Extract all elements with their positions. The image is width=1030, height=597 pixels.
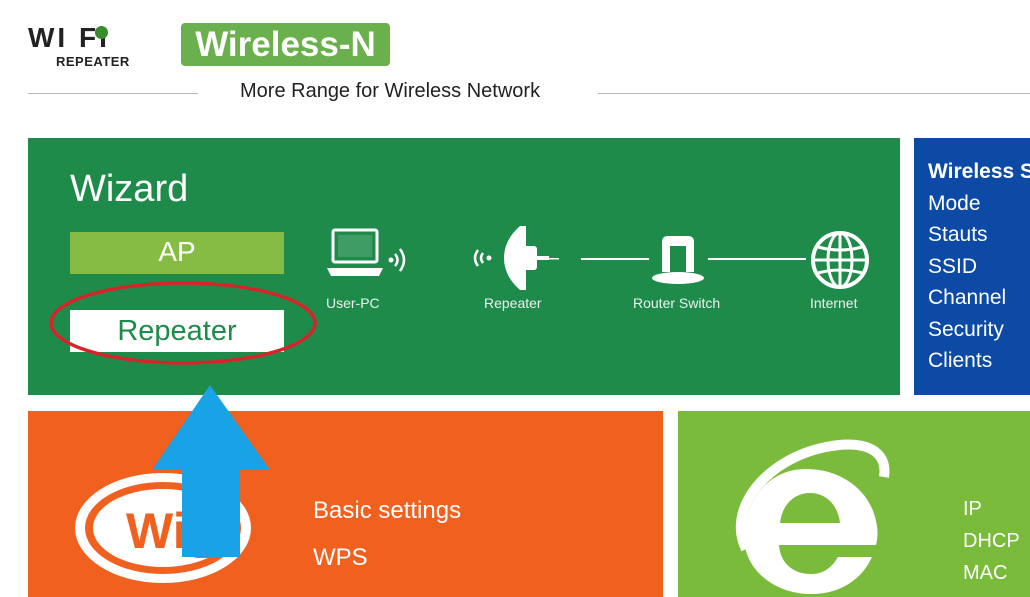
diagram-link-line: [581, 258, 649, 260]
status-item-ssid: SSID: [928, 254, 978, 278]
diagram-link-line: [708, 258, 806, 260]
network-item-ip[interactable]: IP: [963, 493, 1020, 525]
network-settings-tile[interactable]: IP DHCP MAC: [678, 411, 1030, 597]
status-item-channel: Channel: [928, 286, 1007, 309]
network-list: IP DHCP MAC: [963, 493, 1020, 589]
basic-settings-tile[interactable]: Wi Basic settings WPS: [28, 411, 663, 597]
wifi-repeater-logo: WI FI REPEATER: [28, 22, 158, 72]
globe-icon: [811, 231, 869, 289]
tagline: More Range for Wireless Network: [240, 80, 541, 102]
diagram-label-repeater: Repeater: [484, 295, 542, 311]
annotation-arrow-icon: [152, 385, 270, 557]
status-item-mode: Mode: [928, 191, 981, 215]
basic-settings-list: Basic settings WPS: [313, 497, 461, 572]
status-item-status: Stauts: [928, 223, 988, 246]
diagram-label-router-switch: Router Switch: [633, 295, 721, 311]
logo-dot: [95, 26, 108, 39]
laptop-wifi-icon: [327, 228, 406, 276]
status-list: Wireless S Mode Stauts SSID Channel Secu…: [928, 156, 1030, 377]
highlight-ellipse: [49, 281, 317, 365]
header-divider-left: [28, 93, 198, 94]
header-divider-right: [598, 93, 1030, 94]
basic-settings-link[interactable]: Basic settings: [313, 497, 461, 525]
diagram-label-internet: Internet: [810, 295, 858, 311]
wizard-title: Wizard: [70, 168, 189, 210]
network-item-mac[interactable]: MAC: [963, 557, 1020, 589]
status-item-security: Security: [928, 317, 1004, 341]
wireless-status-tile[interactable]: Wireless S Mode Stauts SSID Channel Secu…: [914, 138, 1030, 395]
logo-sub-text: REPEATER: [56, 54, 130, 69]
status-header: Wireless S: [928, 160, 1030, 183]
diagram-label-user-pc: User-PC: [326, 295, 380, 311]
internet-explorer-icon: [735, 439, 890, 594]
repeater-icon: [473, 226, 559, 290]
wps-link[interactable]: WPS: [313, 544, 461, 572]
router-switch-icon: [652, 236, 704, 284]
ap-mode-button[interactable]: AP: [70, 232, 284, 274]
network-item-dhcp[interactable]: DHCP: [963, 525, 1020, 557]
brand-badge: Wireless-N: [181, 23, 390, 66]
status-item-clients: Clients: [928, 349, 993, 372]
wizard-tile[interactable]: Wizard AP Repeater User-PC Repeater Rout…: [28, 138, 900, 395]
